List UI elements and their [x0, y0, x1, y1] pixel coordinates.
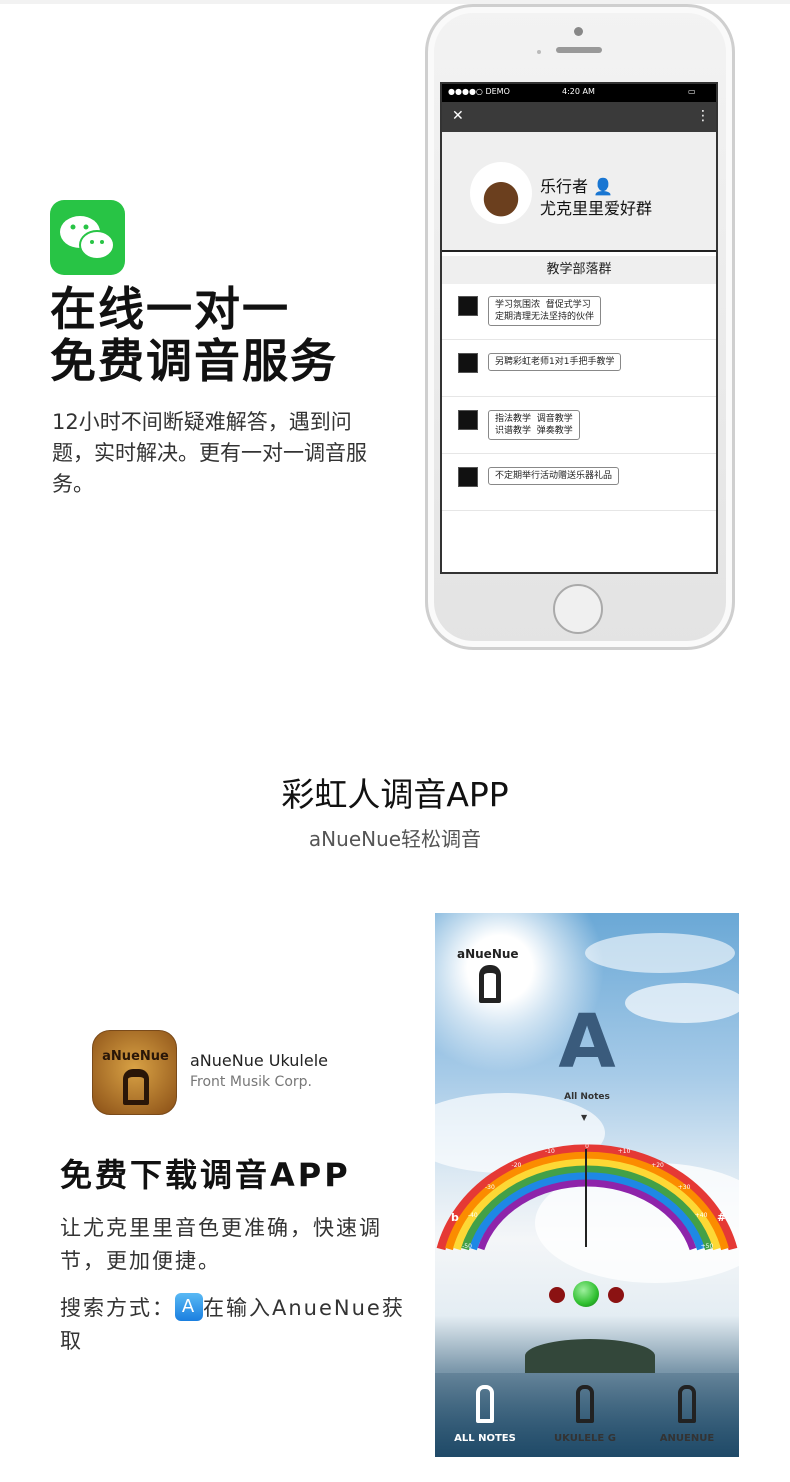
scale-tick-label: -10 [545, 1147, 555, 1155]
anuenue-figure-icon [479, 965, 501, 1003]
flat-label: b [451, 1211, 459, 1224]
tab-ukulele[interactable]: UKULELE G [535, 1433, 635, 1444]
headline-line-2: 免费调音服务 [50, 334, 338, 388]
search-prefix: 搜索方式： [60, 1296, 175, 1320]
list-item[interactable]: 另聘彩虹老师1对1手把手教学 [442, 341, 716, 397]
close-icon[interactable]: ✕ [452, 108, 464, 124]
member-icon [458, 467, 478, 487]
list-item[interactable]: 学习氛围浓 督促式学习 定期清理无法坚持的伙伴 [442, 284, 716, 340]
rainbow-scale [436, 1144, 738, 1251]
tuner-logo: aNueNue [457, 947, 519, 961]
phone-speaker [556, 47, 602, 53]
phone-home-button [553, 584, 603, 634]
member-icon [458, 296, 478, 316]
scale-tick-label: +30 [677, 1184, 691, 1192]
tab-anuenue[interactable]: ANUENUE [637, 1433, 737, 1444]
message-bubble: 不定期举行活动赠送乐器礼品 [488, 467, 620, 485]
battery-icon: ▭ [688, 87, 696, 96]
message-bubble: 学习氛围浓 督促式学习 定期清理无法坚持的伙伴 [488, 296, 602, 326]
scale-tick-label: -40 [467, 1212, 478, 1220]
list-item[interactable]: 不定期举行活动赠送乐器礼品 [442, 455, 716, 511]
app-company: Front Musik Corp. [190, 1074, 312, 1090]
phone-camera [574, 27, 583, 36]
tab-all-notes[interactable]: ALL NOTES [435, 1433, 535, 1444]
section-title: 彩虹人调音APP [281, 775, 509, 814]
member-icon [458, 353, 478, 373]
center-marker-icon: ▼ [581, 1113, 588, 1122]
scale-tick-label: +20 [651, 1162, 664, 1170]
carrier-label: ●●●●○ DEMO [448, 87, 510, 96]
group-name: 乐行者 👤 尤克里里爱好群 [540, 176, 652, 220]
service-description: 12小时不间断疑难解答，遇到问题，实时解决。更有一对一调音服务。 [52, 410, 367, 496]
group-header: 乐行者 👤 尤克里里爱好群 [442, 132, 716, 252]
user-icon: 👤 [593, 177, 614, 196]
service-headline: 在线一对一 免费调音服务 [50, 283, 338, 387]
app-store-icon: A [175, 1293, 203, 1321]
sharp-label: # [717, 1211, 727, 1224]
group-name-line1: 乐行者 [540, 177, 589, 196]
list-title: 教学部落群 [442, 256, 716, 284]
section-subtitle: aNueNue轻松调音 [308, 827, 482, 851]
download-description: 让尤克里里音色更准确，快速调节，更加便捷。 [60, 1216, 382, 1273]
phone-screen: ●●●●○ DEMO 4:20 AM ▭ ✕ ⋮ 乐行者 👤 尤克里里爱好群 教… [440, 82, 718, 574]
scale-tick-label: +10 [617, 1147, 631, 1155]
status-bar: ●●●●○ DEMO 4:20 AM ▭ [442, 84, 716, 102]
figure-icon [123, 1069, 149, 1105]
scale-tick-label: +50 [700, 1243, 714, 1250]
sharp-indicator [608, 1287, 624, 1303]
scale-tick-label: +40 [694, 1212, 708, 1220]
island [525, 1339, 655, 1373]
headline-line-1: 在线一对一 [50, 282, 290, 336]
list-item[interactable]: 指法教学 调音教学 识谱教学 弹奏教学 [442, 398, 716, 454]
app-name: aNueNue Ukulele [190, 1051, 328, 1070]
group-name-line2: 尤克里里爱好群 [540, 199, 653, 218]
message-bubble: 另聘彩虹老师1对1手把手教学 [488, 353, 622, 371]
tuner-screenshot: aNueNue A All Notes ▼ b # ALL NOTES UKUL… [435, 913, 739, 1457]
scale-tick-label: -20 [511, 1162, 522, 1170]
scale-tick-label: -50 [462, 1243, 472, 1250]
anuenue-app-icon[interactable]: aNueNue [92, 1030, 177, 1115]
phone-sensor [537, 50, 541, 54]
all-notes-tab-icon [476, 1385, 494, 1423]
member-icon [458, 410, 478, 430]
group-avatar [470, 162, 532, 224]
app-icon-logo: aNueNue [102, 1049, 169, 1064]
cloud [585, 933, 735, 973]
more-icon[interactable]: ⋮ [696, 108, 710, 124]
chat-nav-bar: ✕ ⋮ [442, 102, 716, 132]
scale-tick-label: 0 [585, 1143, 589, 1150]
in-tune-indicator [573, 1281, 599, 1307]
download-headline: 免费下载调音APP [60, 1156, 351, 1194]
scale-tick-label: -30 [485, 1184, 495, 1192]
tuner-tab-bar: ALL NOTES UKULELE G ANUENUE [435, 1373, 739, 1457]
wechat-icon [50, 200, 125, 275]
ukulele-tab-icon [576, 1385, 594, 1423]
status-time: 4:20 AM [562, 87, 595, 96]
flat-indicator [549, 1287, 565, 1303]
detected-note: A [558, 999, 616, 1085]
message-bubble: 指法教学 调音教学 识谱教学 弹奏教学 [488, 410, 580, 440]
search-instructions: 搜索方式： A 在输入AnueNue获取 [60, 1292, 410, 1358]
anuenue-tab-icon [678, 1385, 696, 1423]
tuner-needle [585, 1149, 587, 1247]
